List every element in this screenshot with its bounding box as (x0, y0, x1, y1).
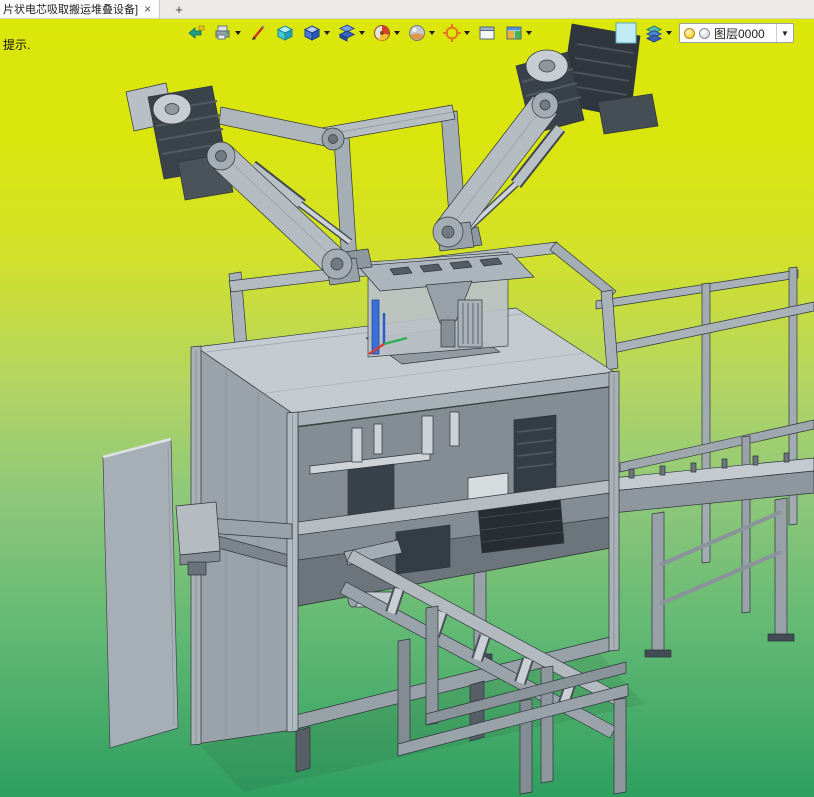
layer-dropdown-arrow-icon[interactable]: ▼ (776, 24, 789, 42)
new-tab-button[interactable]: + (168, 0, 190, 18)
dropdown-arrow-icon[interactable] (526, 31, 532, 35)
layer-name: 图层0000 (714, 26, 765, 41)
dropdown-arrow-icon[interactable] (666, 31, 672, 35)
render-window-icon[interactable] (504, 21, 532, 45)
layer-visibility-bulb-icon[interactable] (684, 27, 695, 39)
cad-model-3d[interactable] (0, 0, 814, 797)
feature-cube-icon[interactable] (302, 21, 330, 45)
sketch-pen-icon[interactable] (248, 21, 268, 45)
dropdown-arrow-icon[interactable] (464, 31, 470, 35)
color-wheel-icon[interactable] (372, 21, 400, 45)
left-robot-arm (125, 82, 361, 286)
layer-color-sphere-icon[interactable] (699, 27, 710, 39)
display-stack-icon[interactable] (644, 21, 672, 45)
dropdown-arrow-icon[interactable] (429, 31, 435, 35)
center-feeder-tower (357, 251, 535, 358)
selection-highlight-icon[interactable] (615, 21, 637, 45)
display-style-icon[interactable] (213, 21, 241, 45)
snap-target-icon[interactable] (442, 21, 470, 45)
dropdown-arrow-icon[interactable] (394, 31, 400, 35)
dropdown-arrow-icon[interactable] (324, 31, 330, 35)
left-side-panel (102, 437, 179, 749)
view-window-icon[interactable] (477, 21, 497, 45)
document-tab[interactable]: 片状电芯吸取搬运堆叠设备] × (0, 0, 161, 18)
open-file-icon[interactable] (186, 21, 206, 45)
boolean-layers-icon[interactable] (337, 21, 365, 45)
solid-cube-icon[interactable] (275, 21, 295, 45)
tab-close-icon[interactable]: × (143, 3, 152, 15)
dropdown-arrow-icon[interactable] (235, 31, 241, 35)
dropdown-arrow-icon[interactable] (359, 31, 365, 35)
document-tab-title: 片状电芯吸取搬运堆叠设备] (3, 4, 139, 16)
main-toolbar: 图层0000 ▼ (0, 19, 814, 47)
layer-selector[interactable]: 图层0000 ▼ (679, 23, 794, 43)
right-robot-arm (432, 23, 659, 252)
tab-bar: 片状电芯吸取搬运堆叠设备] × + (0, 0, 814, 19)
material-sphere-icon[interactable] (407, 21, 435, 45)
